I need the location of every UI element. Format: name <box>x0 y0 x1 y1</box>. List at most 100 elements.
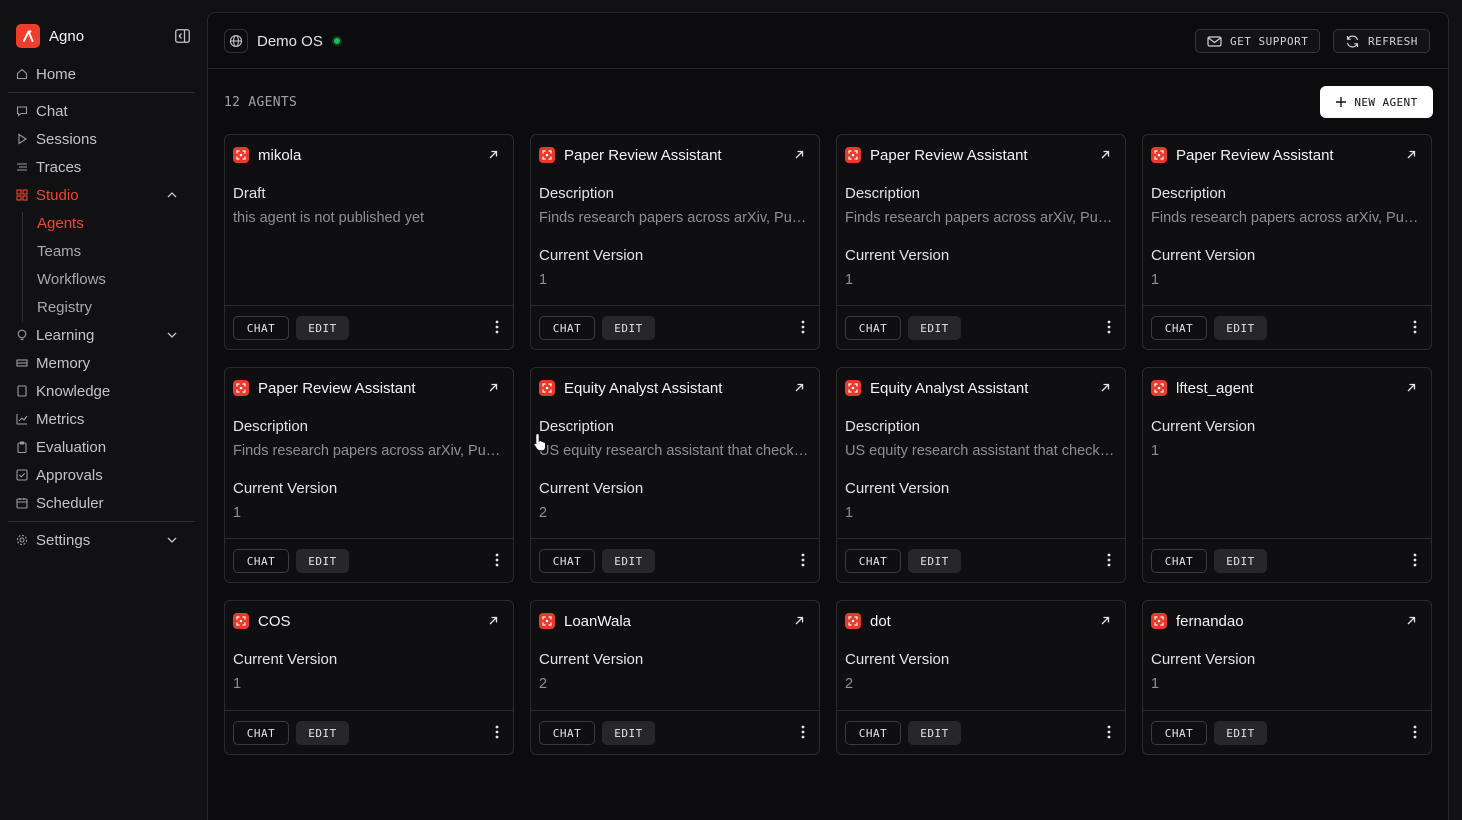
brand[interactable]: Agno <box>16 24 84 48</box>
nav-item-traces[interactable]: Traces <box>16 156 81 178</box>
agent-version-label: Current Version <box>1151 247 1256 264</box>
open-external-icon[interactable] <box>1099 382 1111 394</box>
chat-button[interactable]: CHAT <box>539 549 595 573</box>
edit-button[interactable]: EDIT <box>296 316 349 340</box>
edit-button[interactable]: EDIT <box>296 549 349 573</box>
agent-card[interactable]: Equity Analyst Assistant Description US … <box>836 367 1126 583</box>
agent-card[interactable]: Paper Review Assistant Description Finds… <box>224 367 514 583</box>
chevron-up-icon[interactable] <box>166 189 178 201</box>
agent-version-label: Current Version <box>845 480 950 497</box>
nav-item-knowledge[interactable]: Knowledge <box>16 380 110 402</box>
nav-item-chat[interactable]: Chat <box>16 100 68 122</box>
more-options-icon[interactable] <box>801 725 805 739</box>
brand-name: Agno <box>49 27 85 45</box>
edit-button[interactable]: EDIT <box>296 721 349 745</box>
chat-button[interactable]: CHAT <box>233 316 289 340</box>
edit-button[interactable]: EDIT <box>602 549 655 573</box>
more-options-icon[interactable] <box>1107 553 1111 567</box>
chat-button[interactable]: CHAT <box>233 721 289 745</box>
agent-card[interactable]: Paper Review Assistant Description Finds… <box>1142 134 1432 350</box>
chat-button[interactable]: CHAT <box>1151 549 1207 573</box>
open-external-icon[interactable] <box>1099 149 1111 161</box>
nav-item-memory[interactable]: Memory <box>16 352 90 374</box>
more-options-icon[interactable] <box>1107 320 1111 334</box>
more-options-icon[interactable] <box>1413 725 1417 739</box>
nav-item-settings[interactable]: Settings <box>16 529 177 551</box>
agent-card[interactable]: Paper Review Assistant Description Finds… <box>836 134 1126 350</box>
chat-button[interactable]: CHAT <box>233 549 289 573</box>
open-external-icon[interactable] <box>487 382 499 394</box>
agent-card[interactable]: lftest_agent Current Version 1 CHAT EDIT <box>1142 367 1432 583</box>
chat-button[interactable]: CHAT <box>539 721 595 745</box>
chevron-down-icon[interactable] <box>166 534 178 546</box>
get-support-button[interactable]: GET SUPPORT <box>1195 29 1321 53</box>
nav-item-teams[interactable]: Teams <box>37 240 81 262</box>
agent-card[interactable]: Equity Analyst Assistant Description US … <box>530 367 820 583</box>
agent-card-header: Paper Review Assistant <box>1151 145 1421 165</box>
open-external-icon[interactable] <box>1099 615 1111 627</box>
agent-field-label: Current Version <box>1151 418 1256 435</box>
agent-card-footer: CHAT EDIT <box>225 710 513 754</box>
edit-button[interactable]: EDIT <box>602 721 655 745</box>
agent-card-footer: CHAT EDIT <box>1143 710 1431 754</box>
open-external-icon[interactable] <box>1405 615 1417 627</box>
more-options-icon[interactable] <box>1107 725 1111 739</box>
chat-button[interactable]: CHAT <box>1151 721 1207 745</box>
chat-button[interactable]: CHAT <box>845 316 901 340</box>
sidebar-collapse-icon[interactable] <box>175 29 190 43</box>
nav-item-approvals[interactable]: Approvals <box>16 464 103 486</box>
agent-card[interactable]: Paper Review Assistant Description Finds… <box>530 134 820 350</box>
nav-label: Chat <box>36 102 68 120</box>
more-options-icon[interactable] <box>1413 320 1417 334</box>
more-options-icon[interactable] <box>495 320 499 334</box>
top-bar: Demo OS GET SUPPORT REFRESH <box>208 13 1448 69</box>
agent-card[interactable]: mikola Draft this agent is not published… <box>224 134 514 350</box>
nav-item-sessions[interactable]: Sessions <box>16 128 97 150</box>
nav-item-studio[interactable]: Studio <box>16 184 177 206</box>
more-options-icon[interactable] <box>495 553 499 567</box>
edit-button[interactable]: EDIT <box>1214 549 1267 573</box>
open-external-icon[interactable] <box>487 615 499 627</box>
open-external-icon[interactable] <box>793 382 805 394</box>
more-options-icon[interactable] <box>801 320 805 334</box>
nav-item-workflows[interactable]: Workflows <box>37 268 106 290</box>
edit-button[interactable]: EDIT <box>602 316 655 340</box>
more-options-icon[interactable] <box>1413 553 1417 567</box>
more-options-icon[interactable] <box>801 553 805 567</box>
nav-item-metrics[interactable]: Metrics <box>16 408 84 430</box>
nav-item-learning[interactable]: Learning <box>16 324 177 346</box>
open-external-icon[interactable] <box>793 149 805 161</box>
nav-label: Metrics <box>36 410 85 428</box>
open-external-icon[interactable] <box>1405 149 1417 161</box>
agent-card[interactable]: COS Current Version 1 CHAT EDIT <box>224 600 514 755</box>
os-selector[interactable]: Demo OS <box>224 29 342 53</box>
refresh-button[interactable]: REFRESH <box>1333 29 1430 53</box>
edit-button[interactable]: EDIT <box>908 721 961 745</box>
open-external-icon[interactable] <box>487 149 499 161</box>
nav-item-evaluation[interactable]: Evaluation <box>16 436 106 458</box>
agent-card[interactable]: dot Current Version 2 CHAT EDIT <box>836 600 1126 755</box>
nav-item-scheduler[interactable]: Scheduler <box>16 492 104 514</box>
open-external-icon[interactable] <box>793 615 805 627</box>
nav-label: Scheduler <box>36 494 104 512</box>
agent-card[interactable]: LoanWala Current Version 2 CHAT EDIT <box>530 600 820 755</box>
nav-label: Evaluation <box>36 438 107 456</box>
chat-button[interactable]: CHAT <box>845 549 901 573</box>
chat-button[interactable]: CHAT <box>845 721 901 745</box>
agent-icon <box>539 613 555 629</box>
chevron-down-icon[interactable] <box>166 329 178 341</box>
agent-card[interactable]: fernandao Current Version 1 CHAT EDIT <box>1142 600 1432 755</box>
calendar-icon <box>16 498 28 509</box>
edit-button[interactable]: EDIT <box>1214 721 1267 745</box>
chat-button[interactable]: CHAT <box>539 316 595 340</box>
more-options-icon[interactable] <box>495 725 499 739</box>
open-external-icon[interactable] <box>1405 382 1417 394</box>
edit-button[interactable]: EDIT <box>1214 316 1267 340</box>
new-agent-button[interactable]: NEW AGENT <box>1320 86 1433 118</box>
edit-button[interactable]: EDIT <box>908 549 961 573</box>
edit-button[interactable]: EDIT <box>908 316 961 340</box>
chat-button[interactable]: CHAT <box>1151 316 1207 340</box>
nav-item-agents[interactable]: Agents <box>37 212 84 234</box>
nav-item-home[interactable]: Home <box>16 63 76 85</box>
nav-item-registry[interactable]: Registry <box>37 296 92 318</box>
